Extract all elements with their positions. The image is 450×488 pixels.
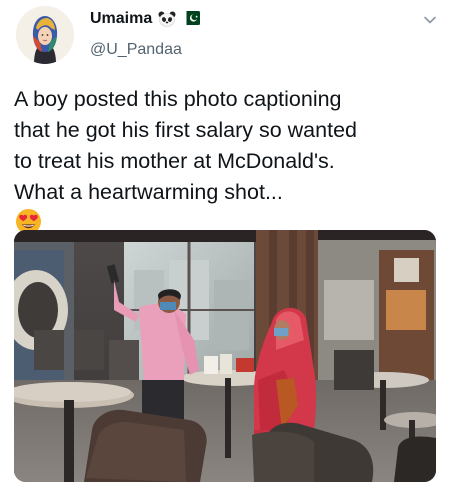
chevron-down-icon[interactable] [422,12,438,28]
tweet-photo[interactable] [14,230,436,482]
panda-face-emoji [158,11,176,27]
tweet-text-line: to treat his mother at McDonald's. [14,149,335,173]
avatar[interactable] [16,6,74,64]
user-handle[interactable]: @U_Pandaa [90,41,182,59]
tweet-text-line: that he got his first salary so wanted [14,118,357,142]
tweet-text-line: What a heartwarming shot... [14,180,283,204]
display-name[interactable]: Umaima [90,10,152,28]
pakistan-flag-emoji [182,11,201,27]
tweet-text-line: A boy posted this photo captioning [14,87,342,111]
tweet-card[interactable]: Umaima @U_Pandaa A boy posted this photo… [0,0,450,488]
user-name-row[interactable]: Umaima [90,10,201,28]
